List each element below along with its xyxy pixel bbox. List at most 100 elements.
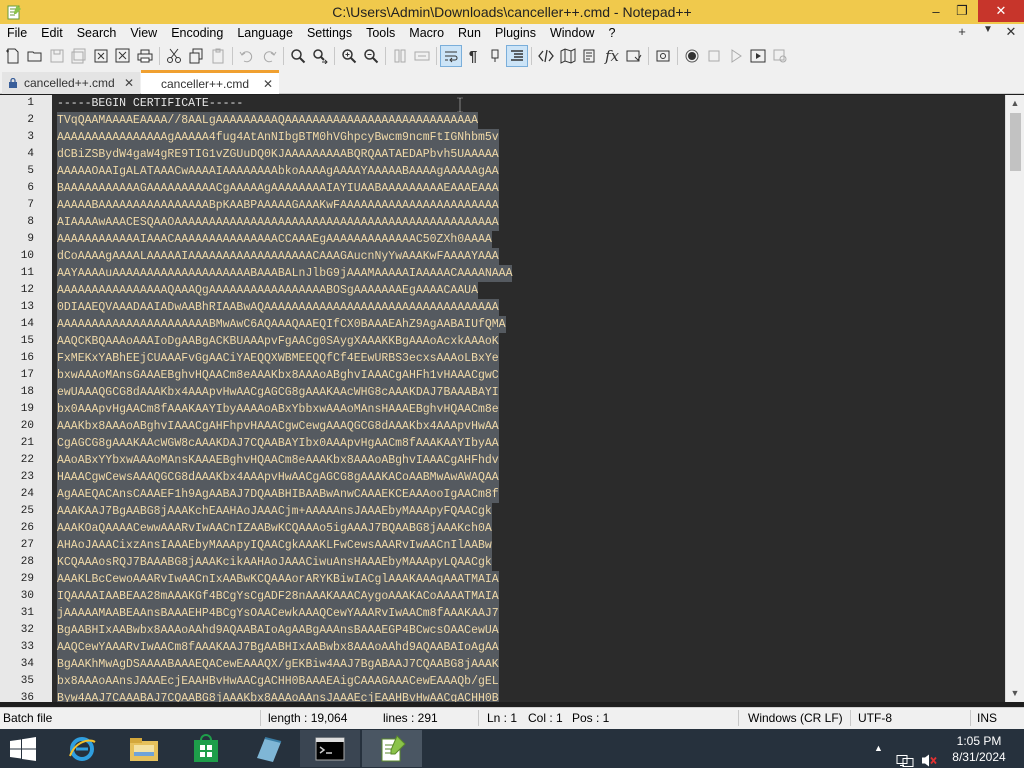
tab-list-dropdown-icon[interactable]: ▼ [977,24,999,42]
volume-muted-icon[interactable] [920,741,938,768]
scroll-up-arrow-icon[interactable]: ▲ [1006,95,1024,112]
code-line[interactable]: 27 AHAoJAAACixzAnsIAAAEbyMAAApyIQAACgkAAA… [0,537,1005,554]
menu-encoding[interactable]: Encoding [164,26,230,40]
minimize-button[interactable]: – [922,0,950,22]
close-all-icon[interactable] [112,45,134,67]
code-line[interactable]: 1 -----BEGIN CERTIFICATE----- [0,95,1005,112]
line-text[interactable]: CgAGCG8gAAAKAAcWGW8cAAAKDAJ7CQAABAYIbx0A… [57,435,499,452]
line-text[interactable]: AAAAAOAAIgALATAAACwAAAAIAAAAAAAAbkoAAAAg… [57,163,499,180]
new-file-icon[interactable] [2,45,24,67]
find-icon[interactable] [287,45,309,67]
sync-horizontal-icon[interactable] [411,45,433,67]
line-text[interactable]: AIAAAAwAAACESQAAOAAAAAAAAAAAAAAAAAAAAAAA… [57,214,499,231]
scroll-down-arrow-icon[interactable]: ▼ [1006,685,1024,702]
code-line[interactable]: 7 AAAAABAAAAAAAAAAAAAAAABpKAABPAAAAAGAAAK… [0,197,1005,214]
code-line[interactable]: 24 AgAAEQACAnsCAAAEF1h9AgAABAJ7DQAABHIBAA… [0,486,1005,503]
save-icon[interactable] [46,45,68,67]
menu-plugins[interactable]: Plugins [488,26,543,40]
code-line[interactable]: 34 BgAAKhMwAgDSAAAABAAAEQACewEAAAQX/gEKBi… [0,656,1005,673]
status-eol[interactable]: Windows (CR LF) [748,711,843,725]
code-line[interactable]: 2 TVqQAAMAAAAEAAAA//8AALgAAAAAAAAAQAAAAAA… [0,112,1005,129]
line-text[interactable]: AAAKbx8AAAoABghvIAAACgAHFhpvHAAACgwCewgA… [57,418,499,435]
document-map-toggle-icon[interactable] [506,45,528,67]
menu-help[interactable]: ? [601,26,622,40]
code-line[interactable]: 30 IQAAAAIAABEAA28mAAAKGf4BCgYsCgADF28nAA… [0,588,1005,605]
document-list-icon[interactable] [579,45,601,67]
undo-icon[interactable] [236,45,258,67]
menu-settings[interactable]: Settings [300,26,359,40]
code-line[interactable]: 35 bx8AAAoAAnsJAAAEcjEAAHBvHwAACgACHH0BAA… [0,673,1005,690]
line-text[interactable]: AAAAAAAAAAAAAAAAQAAAQgAAAAAAAAAAAAAAAAAB… [57,282,478,299]
menu-language[interactable]: Language [230,26,300,40]
code-line[interactable]: 14 AAAAAAAAAAAAAAAAAAAAAABMwAwC6AQAAAQAAE… [0,316,1005,333]
line-text[interactable]: AAAKLBcCewoAAARvIwAACnIxAABwKCQAAAorARYK… [57,571,499,588]
open-file-icon[interactable] [24,45,46,67]
file-explorer-icon[interactable] [114,730,174,767]
code-line[interactable]: 29 AAAKLBcCewoAAARvIwAACnIxAABwKCQAAAorAR… [0,571,1005,588]
scrollbar-thumb[interactable] [1010,113,1021,171]
code-line[interactable]: 12 AAAAAAAAAAAAAAAAQAAAQgAAAAAAAAAAAAAAAA… [0,282,1005,299]
notepadpp-taskbar-icon[interactable] [362,730,422,767]
menu-run[interactable]: Run [451,26,488,40]
new-tab-plus-icon[interactable]: + [951,24,973,42]
macro-stop-icon[interactable] [703,45,725,67]
code-line[interactable]: 19 bx0AAApvHgAACm8fAAAKAAYIbyAAAAoABxYbbx… [0,401,1005,418]
function-list-icon[interactable]: fx [601,45,623,67]
store-icon[interactable] [176,730,236,767]
code-line[interactable]: 17 bxwAAAoMAnsGAAAEBghvHQAACm8eAAAKbx8AAA… [0,367,1005,384]
code-line[interactable]: 13 0DIAAEQVAAADAAIADwAABhRIAABwAQAAAAAAAA… [0,299,1005,316]
editor-area[interactable]: 1 -----BEGIN CERTIFICATE----- 2 TVqQAAMAAAA… [0,95,1024,702]
sync-vertical-icon[interactable] [389,45,411,67]
monitoring-icon[interactable] [652,45,674,67]
code-line[interactable]: 31 jAAAAAMAABEAAnsBAAAEHP4BCgYsOAACewkAAA… [0,605,1005,622]
menu-macro[interactable]: Macro [402,26,451,40]
code-line[interactable]: 23 HAAACgwCewsAAAQGCG8dAAAKbx4AAApvHwAACg… [0,469,1005,486]
menu-search[interactable]: Search [70,26,124,40]
code-lines[interactable]: 1 -----BEGIN CERTIFICATE----- 2 TVqQAAMAAAA… [0,95,1005,702]
code-line[interactable]: 11 AAYAAAAuAAAAAAAAAAAAAAAAAAAABAAABALnJl… [0,265,1005,282]
code-line[interactable]: 21 CgAGCG8gAAAKAAcWGW8cAAAKDAJ7CQAABAYIbx… [0,435,1005,452]
macro-run-multiple-icon[interactable] [747,45,769,67]
redo-icon[interactable] [258,45,280,67]
document-map-icon[interactable] [557,45,579,67]
cut-icon[interactable] [163,45,185,67]
tab-cancelled-cmd[interactable]: cancelled++.cmd ✕ [2,72,140,94]
code-line[interactable]: 9 AAAAAAAAAAAAIAAACAAAAAAAAAAAAAAACCAAAEg… [0,231,1005,248]
line-text[interactable]: bx8AAAoAAnsJAAAEcjEAAHBvHwAACgACHH0BAAAE… [57,673,499,690]
line-text[interactable]: dCBiZSBydW4gaW4gRE9TIG1vZGUuDQ0KJAAAAAAA… [57,146,499,163]
command-prompt-icon[interactable] [300,730,360,767]
code-line[interactable]: 36 Byw4AAJ7CAAABAJ7CQAABG8jAAAKbx8AAAoAAn… [0,690,1005,702]
status-encoding[interactable]: UTF-8 [858,711,892,725]
code-line[interactable]: 33 AAQCewYAAARvIwAACm8fAAAKAAJ7BgAABHIxAA… [0,639,1005,656]
line-text[interactable]: AAoABxYYbxwAAAoMAnsKAAAEBghvHQAACm8eAAAK… [57,452,499,469]
line-text[interactable]: AAQCewYAAARvIwAACm8fAAAKAAJ7BgAABHIxAABw… [57,639,499,656]
code-line[interactable]: 3 AAAAAAAAAAAAAAAAgAAAAA4fug4AtAnNIbgBTM0… [0,129,1005,146]
internet-explorer-icon[interactable] [52,730,112,767]
code-line[interactable]: 8 AIAAAAwAAACESQAAOAAAAAAAAAAAAAAAAAAAAAA… [0,214,1005,231]
code-line[interactable]: 5 AAAAAOAAIgALATAAACwAAAAIAAAAAAAAbkoAAAA… [0,163,1005,180]
network-icon[interactable] [896,741,914,768]
line-text[interactable]: TVqQAAMAAAAEAAAA//8AALgAAAAAAAAAQAAAAAAA… [57,112,478,129]
windows-start-icon[interactable] [8,737,38,761]
close-window-button[interactable]: ✕ [978,0,1024,22]
line-text[interactable]: bxwAAAoMAnsGAAAEBghvHQAACm8eAAAKbx8AAAoA… [57,367,499,384]
zoom-out-icon[interactable] [360,45,382,67]
line-text[interactable]: jAAAAAMAABEAAnsBAAAEHP4BCgYsOAACewkAAAQC… [57,605,499,622]
line-text[interactable]: AHAoJAAACixzAnsIAAAEbyMAAApyIQAACgkAAAKL… [57,537,492,554]
macro-save-icon[interactable] [769,45,791,67]
show-hidden-icons-icon[interactable]: ▲ [874,743,883,768]
code-line[interactable]: 15 AAQCKBQAAAoAAAIoDgAABgACKBUAAApvFgAACg… [0,333,1005,350]
line-text[interactable]: FxMEKxYABhEEjCUAAAFvGgAACiYAEQQXWBMEEQQf… [57,350,499,367]
line-text[interactable]: AAAAABAAAAAAAAAAAAAAAABpKAABPAAAAAGAAAKw… [57,197,499,214]
menu-tools[interactable]: Tools [359,26,402,40]
line-text[interactable]: AgAAEQACAnsCAAAEF1h9AgAABAJ7DQAABHIBAABw… [57,486,499,503]
line-text[interactable]: BgAAKhMwAgDSAAAABAAAEQACewEAAAQX/gEKBiw4… [57,656,499,673]
code-line[interactable]: 10 dCoAAAAgAAAALAAAAAIAAAAAAAAAAAAAAAAAAC… [0,248,1005,265]
line-text[interactable]: BgAABHIxAABwbx8AAAoAAhd9AQAABAIoAgAABgAA… [57,622,499,639]
indent-guide-icon[interactable] [484,45,506,67]
close-file-icon[interactable] [90,45,112,67]
line-text[interactable]: dCoAAAAgAAAALAAAAAIAAAAAAAAAAAAAAAAAACAA… [57,248,499,265]
code-line[interactable]: 28 KCQAAAosRQJ7BAAABG8jAAAKcikAAHAoJAAACi… [0,554,1005,571]
line-text[interactable]: IQAAAAIAABEAA28mAAAKGf4BCgYsCgADF28nAAAK… [57,588,499,605]
zoom-in-icon[interactable] [338,45,360,67]
